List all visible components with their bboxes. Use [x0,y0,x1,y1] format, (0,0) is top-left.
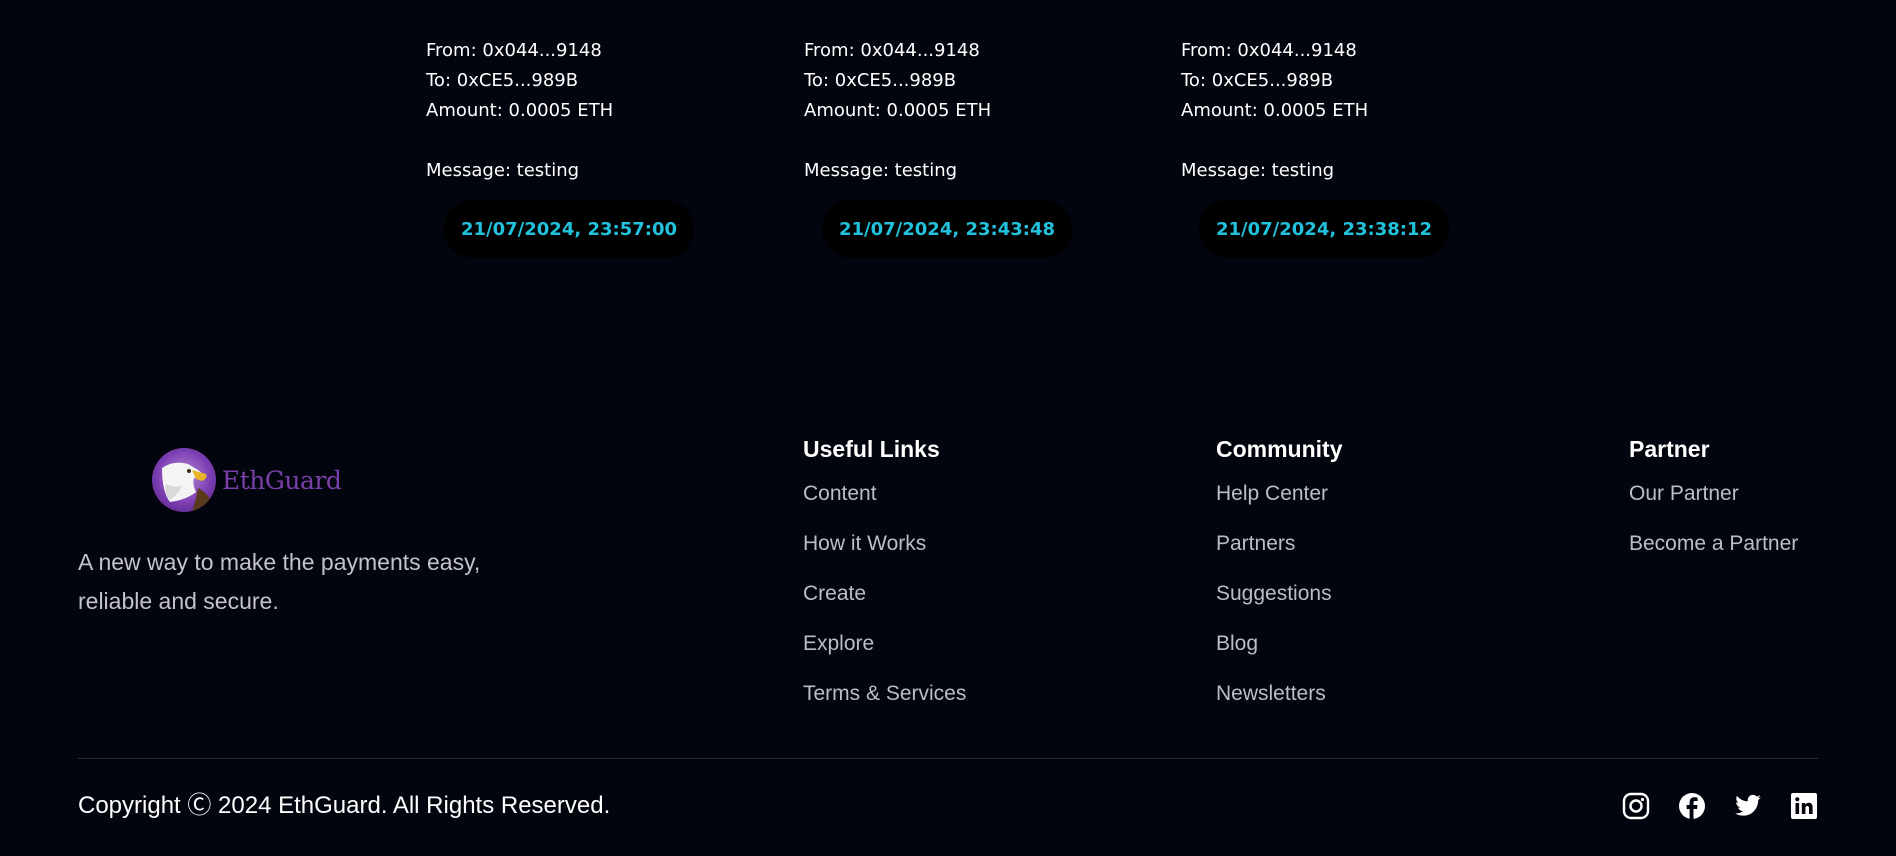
column-heading: Community [1216,436,1343,462]
footer-link-content[interactable]: Content [803,480,966,508]
footer-brand[interactable]: EthGuard [152,448,342,512]
transaction-to: To: 0xCE5...989B [426,70,579,91]
transaction-amount: Amount: 0.0005 ETH [1181,100,1369,121]
footer-link-help-center[interactable]: Help Center [1216,480,1343,508]
transaction-from: From: 0x044...9148 [804,40,980,61]
transaction-from: From: 0x044...9148 [1181,40,1357,61]
transaction-message: Message: testing [1181,160,1335,181]
footer-link-partners[interactable]: Partners [1216,530,1343,558]
footer-link-become-partner[interactable]: Become a Partner [1629,530,1798,558]
social-links [1622,792,1818,820]
column-heading: Partner [1629,436,1710,462]
transaction-timestamp: 21/07/2024, 23:57:00 [444,200,694,258]
transaction-timestamp: 21/07/2024, 23:38:12 [1199,200,1449,258]
transaction-from: From: 0x044...9148 [426,40,602,61]
footer-column-community: Community Help Center Partners Suggestio… [1216,434,1343,730]
transaction-to: To: 0xCE5...989B [804,70,957,91]
footer-tagline: A new way to make the payments easy, rel… [78,549,481,614]
eagle-icon [152,448,216,512]
transaction-card: From: 0x044...9148 To: 0xCE5...989B Amou… [1181,36,1511,258]
facebook-icon[interactable] [1678,792,1706,820]
column-heading: Useful Links [803,436,940,462]
footer-link-newsletters[interactable]: Newsletters [1216,680,1343,708]
footer-link-how-it-works[interactable]: How it Works [803,530,966,558]
transaction-to: To: 0xCE5...989B [1181,70,1334,91]
twitter-icon[interactable] [1734,792,1762,820]
footer-column-useful-links: Useful Links Content How it Works Create… [803,434,966,730]
transaction-card: From: 0x044...9148 To: 0xCE5...989B Amou… [804,36,1134,258]
footer-link-explore[interactable]: Explore [803,630,966,658]
footer-divider [78,758,1818,759]
transaction-message: Message: testing [426,160,580,181]
instagram-icon[interactable] [1622,792,1650,820]
transaction-amount: Amount: 0.0005 ETH [804,100,992,121]
footer-column-partner: Partner Our Partner Become a Partner [1629,434,1798,580]
footer-link-create[interactable]: Create [803,580,966,608]
copyright-text: Copyright Ⓒ 2024 EthGuard. All Rights Re… [78,792,611,819]
linkedin-icon[interactable] [1790,792,1818,820]
footer-link-our-partner[interactable]: Our Partner [1629,480,1798,508]
footer-link-suggestions[interactable]: Suggestions [1216,580,1343,608]
transaction-card: From: 0x044...9148 To: 0xCE5...989B Amou… [426,36,756,258]
transaction-amount: Amount: 0.0005 ETH [426,100,614,121]
footer-link-terms[interactable]: Terms & Services [803,680,966,708]
transaction-message: Message: testing [804,160,958,181]
transaction-timestamp: 21/07/2024, 23:43:48 [822,200,1072,258]
footer-link-blog[interactable]: Blog [1216,630,1343,658]
brand-name: EthGuard [222,465,342,495]
